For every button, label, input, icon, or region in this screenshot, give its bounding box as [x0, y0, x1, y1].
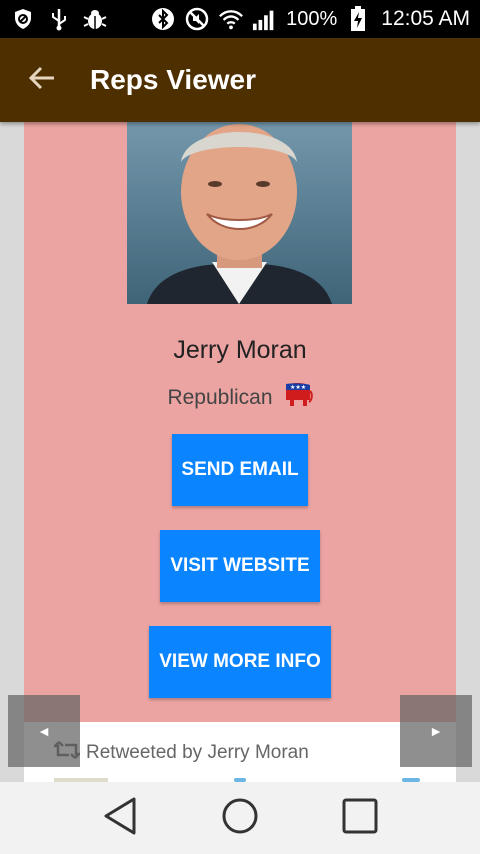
nav-home-button[interactable]	[210, 788, 270, 848]
left-arrow-icon: ◄	[37, 723, 51, 739]
party-row: Republican ★★★	[24, 382, 456, 413]
mute-icon	[184, 6, 210, 32]
signal-icon	[252, 6, 278, 32]
battery-charging-icon	[345, 6, 371, 32]
wifi-icon	[218, 6, 244, 32]
debug-bug-icon	[82, 6, 108, 32]
send-email-button[interactable]: SEND EMAIL	[172, 434, 308, 506]
circle-home-icon	[220, 796, 260, 841]
view-more-info-button[interactable]: VIEW MORE INFO	[149, 626, 331, 698]
status-bar: 100% 12:05 AM	[0, 0, 480, 38]
nav-recents-button[interactable]	[330, 788, 390, 848]
next-rep-button[interactable]: ►	[400, 695, 472, 767]
visit-website-button[interactable]: VISIT WEBSITE	[160, 530, 320, 602]
usb-icon	[46, 6, 72, 32]
retweet-label: Retweeted by Jerry Moran	[86, 741, 309, 763]
rep-name: Jerry Moran	[173, 336, 307, 364]
previous-rep-button[interactable]: ◄	[8, 695, 80, 767]
app-bar: Reps Viewer	[0, 38, 480, 122]
back-arrow-icon	[28, 66, 56, 95]
back-button[interactable]	[0, 38, 84, 122]
retweet-row: Retweeted by Jerry Moran	[51, 740, 309, 765]
square-recents-icon	[340, 796, 380, 841]
right-arrow-icon: ►	[429, 723, 443, 739]
rep-card: Jerry Moran Republican ★★★ SEND EMAIL VI…	[24, 122, 456, 722]
bluetooth-icon	[150, 6, 176, 32]
battery-percent: 100%	[286, 7, 338, 30]
svg-text:★★★: ★★★	[290, 384, 306, 391]
triangle-back-icon	[102, 796, 138, 841]
tweet-card[interactable]: Retweeted by Jerry Moran	[24, 722, 456, 782]
navigation-bar	[0, 782, 480, 854]
rep-portrait	[127, 122, 352, 304]
clock: 12:05 AM	[381, 7, 470, 30]
shield-icon	[10, 6, 36, 32]
party-label: Republican	[167, 385, 273, 409]
app-title: Reps Viewer	[90, 64, 257, 95]
republican-elephant-icon: ★★★	[283, 382, 313, 413]
nav-back-button[interactable]	[90, 788, 150, 848]
screen: 100% 12:05 AM Reps Viewer Jerry Moran Re…	[0, 0, 480, 854]
